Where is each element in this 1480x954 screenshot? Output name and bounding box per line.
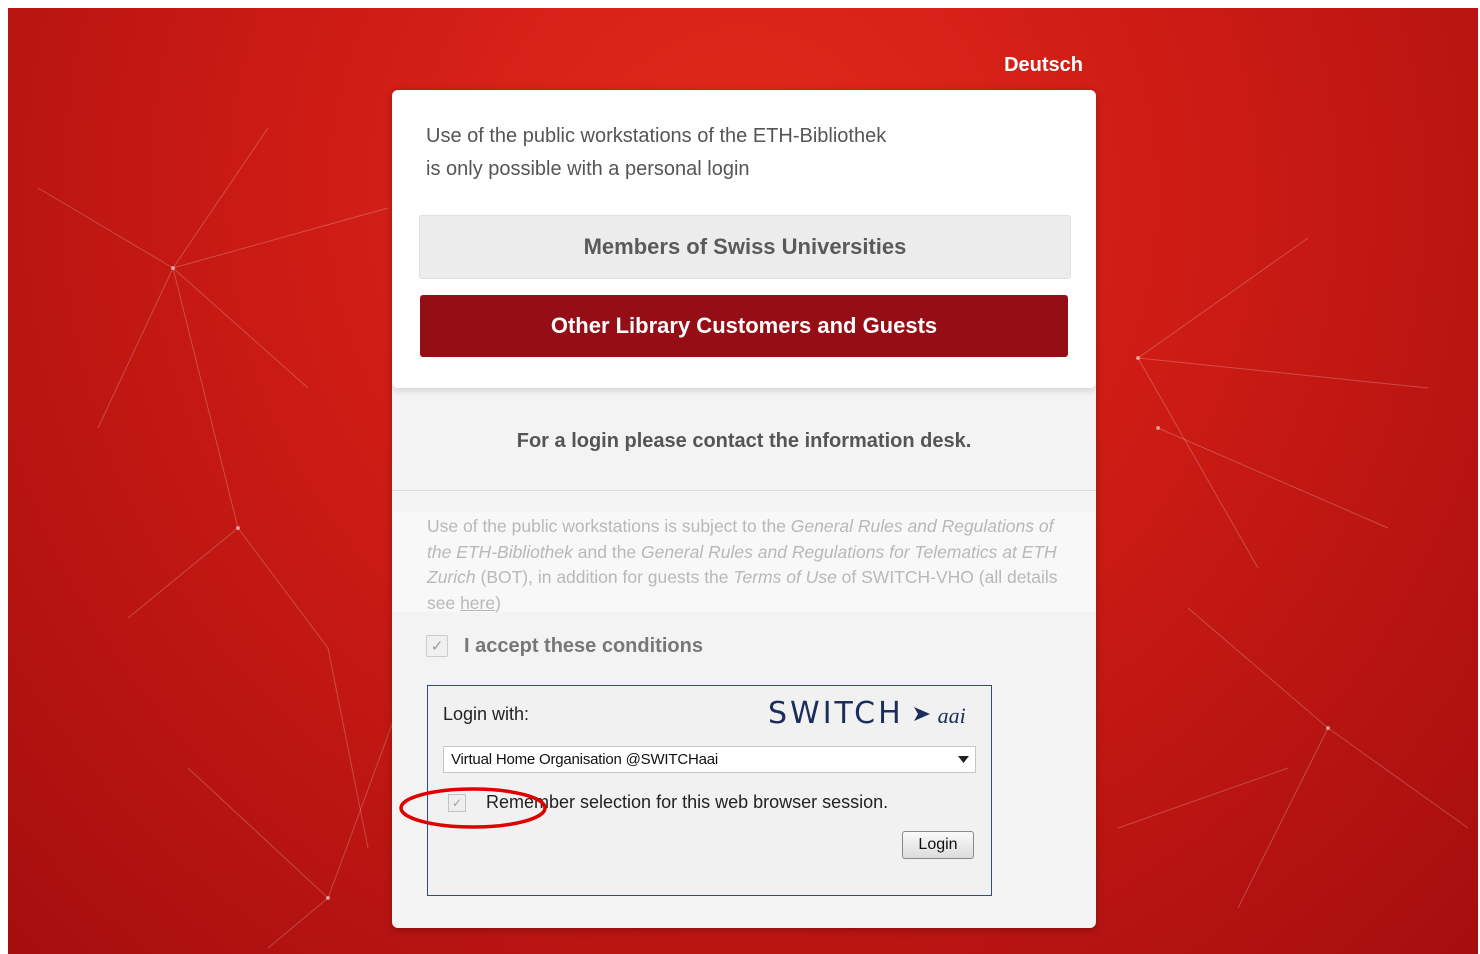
accept-conditions-checkbox[interactable]: ✓	[426, 635, 448, 657]
remember-selection-label[interactable]: Remember selection for this web browser …	[486, 792, 888, 813]
aai-logo-text: aai	[937, 703, 966, 728]
card-header: Use of the public workstations of the ET…	[392, 90, 1096, 388]
check-icon: ✓	[430, 637, 444, 655]
divider	[392, 490, 1096, 491]
login-card: Use of the public workstations of the ET…	[392, 90, 1096, 928]
check-icon: ✓	[451, 795, 463, 810]
terms-text-5: )	[495, 592, 501, 613]
terms-link-terms-of-use[interactable]: Terms of Use	[733, 567, 836, 587]
terms-text: Use of the public workstations is subjec…	[427, 514, 1077, 616]
arrow-right-icon	[913, 707, 930, 721]
switch-aai-login-box: Login with: SWITCH aai Virtual Home Orga…	[427, 685, 992, 896]
login-button[interactable]: Login	[902, 831, 974, 859]
login-with-label: Login with:	[443, 704, 530, 724]
switch-aai-logo: SWITCH aai	[768, 696, 966, 731]
members-swiss-universities-button[interactable]: Members of Swiss Universities	[419, 215, 1071, 279]
intro-text: Use of the public workstations of the ET…	[426, 120, 1026, 186]
organisation-select[interactable]: Virtual Home Organisation @SWITCHaai	[443, 746, 976, 773]
language-link-deutsch[interactable]: Deutsch	[980, 54, 1083, 77]
switch-logo-text: SWITCH	[768, 696, 904, 731]
terms-text-1: Use of the public workstations is subjec…	[427, 516, 791, 536]
remember-selection-row[interactable]: ✓ Remember selection for this web browse…	[448, 792, 888, 813]
other-customers-guests-button[interactable]: Other Library Customers and Guests	[420, 295, 1068, 357]
terms-link-here[interactable]: here	[460, 593, 495, 613]
contact-info-text: For a login please contact the informati…	[516, 430, 972, 452]
chevron-down-icon[interactable]	[958, 756, 969, 763]
accept-conditions-row[interactable]: ✓ I accept these conditions	[426, 633, 703, 659]
accept-conditions-label[interactable]: I accept these conditions	[464, 635, 703, 658]
intro-line-1: Use of the public workstations of the ET…	[426, 125, 887, 147]
intro-line-2: is only possible with a personal login	[426, 158, 750, 180]
remember-selection-checkbox[interactable]: ✓	[448, 793, 466, 812]
terms-text-3: (BOT), in addition for guests the	[475, 567, 734, 587]
terms-text-2: and the	[572, 541, 642, 562]
organisation-select-value: Virtual Home Organisation @SWITCHaai	[451, 751, 719, 768]
